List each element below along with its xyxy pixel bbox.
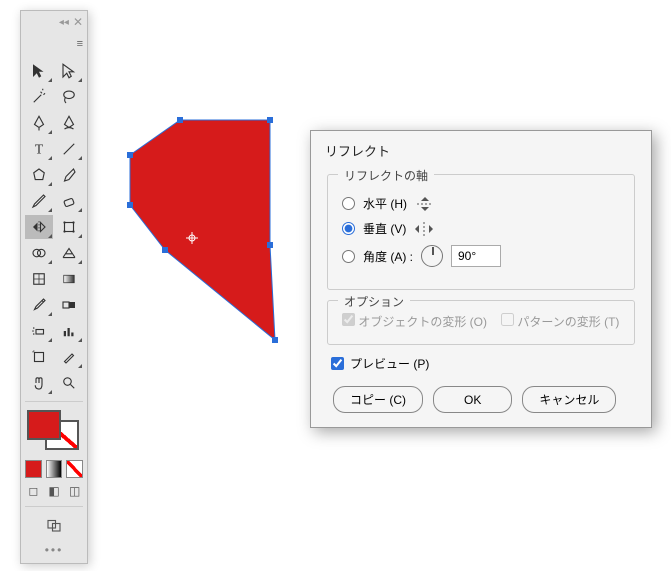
draw-normal-icon[interactable]: ◻: [25, 482, 42, 500]
symbol-sprayer-tool[interactable]: [25, 319, 53, 343]
hand-tool[interactable]: [25, 371, 53, 395]
option-pattern-row: パターンの変形 (T): [501, 313, 619, 330]
panel-header: ◂◂ ✕: [21, 11, 87, 33]
divider: [25, 506, 83, 507]
zoom-tool[interactable]: [55, 371, 83, 395]
axis-group-label: リフレクトの軸: [338, 167, 434, 184]
fill-stroke-swatch[interactable]: [25, 408, 81, 452]
cancel-button[interactable]: キャンセル: [522, 386, 616, 413]
lasso-tool[interactable]: [55, 85, 83, 109]
gradient-tool[interactable]: [55, 267, 83, 291]
fill-swatch[interactable]: [27, 410, 61, 440]
axis-vertical-label: 垂直 (V): [363, 220, 406, 237]
column-graph-tool[interactable]: [55, 319, 83, 343]
collapse-icon[interactable]: ◂◂: [59, 17, 69, 28]
edit-toolbar-icon[interactable]: •••: [21, 541, 87, 563]
canvas-artwork: [110, 100, 300, 403]
axis-vertical-row[interactable]: 垂直 (V): [342, 220, 620, 237]
divider: [25, 401, 83, 402]
paintbrush-tool[interactable]: [55, 163, 83, 187]
color-mode-gradient[interactable]: [46, 460, 63, 478]
svg-text:T: T: [35, 142, 44, 157]
eraser-tool[interactable]: [55, 189, 83, 213]
color-mode-solid[interactable]: [25, 460, 42, 478]
free-transform-tool[interactable]: [55, 215, 83, 239]
horizontal-axis-icon: [415, 196, 439, 212]
slice-tool[interactable]: [55, 345, 83, 369]
type-tool[interactable]: T: [25, 137, 53, 161]
color-mode-none[interactable]: [66, 460, 83, 478]
axis-horizontal-radio[interactable]: [342, 197, 355, 210]
copy-button[interactable]: コピー (C): [333, 386, 423, 413]
tool-grid: T: [21, 55, 87, 399]
direct-selection-tool[interactable]: [55, 59, 83, 83]
draw-inside-icon[interactable]: ◫: [66, 482, 83, 500]
tools-panel: ◂◂ ✕ ≡ T: [20, 10, 88, 564]
ok-button[interactable]: OK: [433, 386, 512, 413]
dialog-buttons: コピー (C) OK キャンセル: [327, 386, 635, 413]
option-object-row: オブジェクトの変形 (O): [342, 313, 487, 330]
perspective-grid-tool[interactable]: [55, 241, 83, 265]
panel-menu-icon[interactable]: ≡: [77, 38, 83, 50]
preview-checkbox[interactable]: [331, 357, 344, 370]
axis-angle-row[interactable]: 角度 (A) :: [342, 245, 620, 267]
option-object-checkbox: [342, 313, 355, 326]
preview-label: プレビュー (P): [350, 355, 429, 372]
panel-menu-row: ≡: [21, 33, 87, 55]
polygon-tool[interactable]: [25, 163, 53, 187]
option-pattern-checkbox: [501, 313, 514, 326]
reflect-tool[interactable]: [25, 215, 53, 239]
artboard-tool[interactable]: [25, 345, 53, 369]
reflect-dialog: リフレクト リフレクトの軸 水平 (H) 垂直 (V) 角度 (A) : オプシ…: [310, 130, 652, 428]
selection-tool[interactable]: [25, 59, 53, 83]
axis-vertical-radio[interactable]: [342, 222, 355, 235]
curvature-pen-tool[interactable]: [55, 111, 83, 135]
vertical-axis-icon: [414, 221, 438, 237]
axis-group: リフレクトの軸 水平 (H) 垂直 (V) 角度 (A) :: [327, 174, 635, 290]
axis-horizontal-label: 水平 (H): [363, 195, 407, 212]
selected-shape[interactable]: [110, 100, 300, 400]
close-icon[interactable]: ✕: [73, 15, 83, 29]
line-segment-tool[interactable]: [55, 137, 83, 161]
options-group: オプション オブジェクトの変形 (O) パターンの変形 (T): [327, 300, 635, 345]
blend-tool[interactable]: [55, 293, 83, 317]
axis-angle-label: 角度 (A) :: [363, 248, 413, 265]
option-pattern-label: パターンの変形 (T): [517, 315, 619, 329]
eyedropper-tool[interactable]: [25, 293, 53, 317]
magic-wand-tool[interactable]: [25, 85, 53, 109]
color-swatches: [21, 404, 87, 456]
screen-mode-icon[interactable]: [40, 513, 68, 537]
mesh-tool[interactable]: [25, 267, 53, 291]
angle-dial-icon[interactable]: [421, 245, 443, 267]
option-object-label: オブジェクトの変形 (O): [358, 315, 487, 329]
options-group-label: オプション: [338, 293, 410, 310]
screen-mode-row: [21, 509, 87, 541]
draw-behind-icon[interactable]: ◧: [46, 482, 63, 500]
color-mode-row: [21, 456, 87, 482]
axis-horizontal-row[interactable]: 水平 (H): [342, 195, 620, 212]
pencil-tool[interactable]: [25, 189, 53, 213]
dialog-title: リフレクト: [311, 131, 651, 166]
angle-input[interactable]: [451, 245, 501, 267]
shape-builder-tool[interactable]: [25, 241, 53, 265]
preview-row[interactable]: プレビュー (P): [331, 355, 635, 372]
draw-mode-row: ◻ ◧ ◫: [21, 482, 87, 504]
pen-tool[interactable]: [25, 111, 53, 135]
axis-angle-radio[interactable]: [342, 250, 355, 263]
